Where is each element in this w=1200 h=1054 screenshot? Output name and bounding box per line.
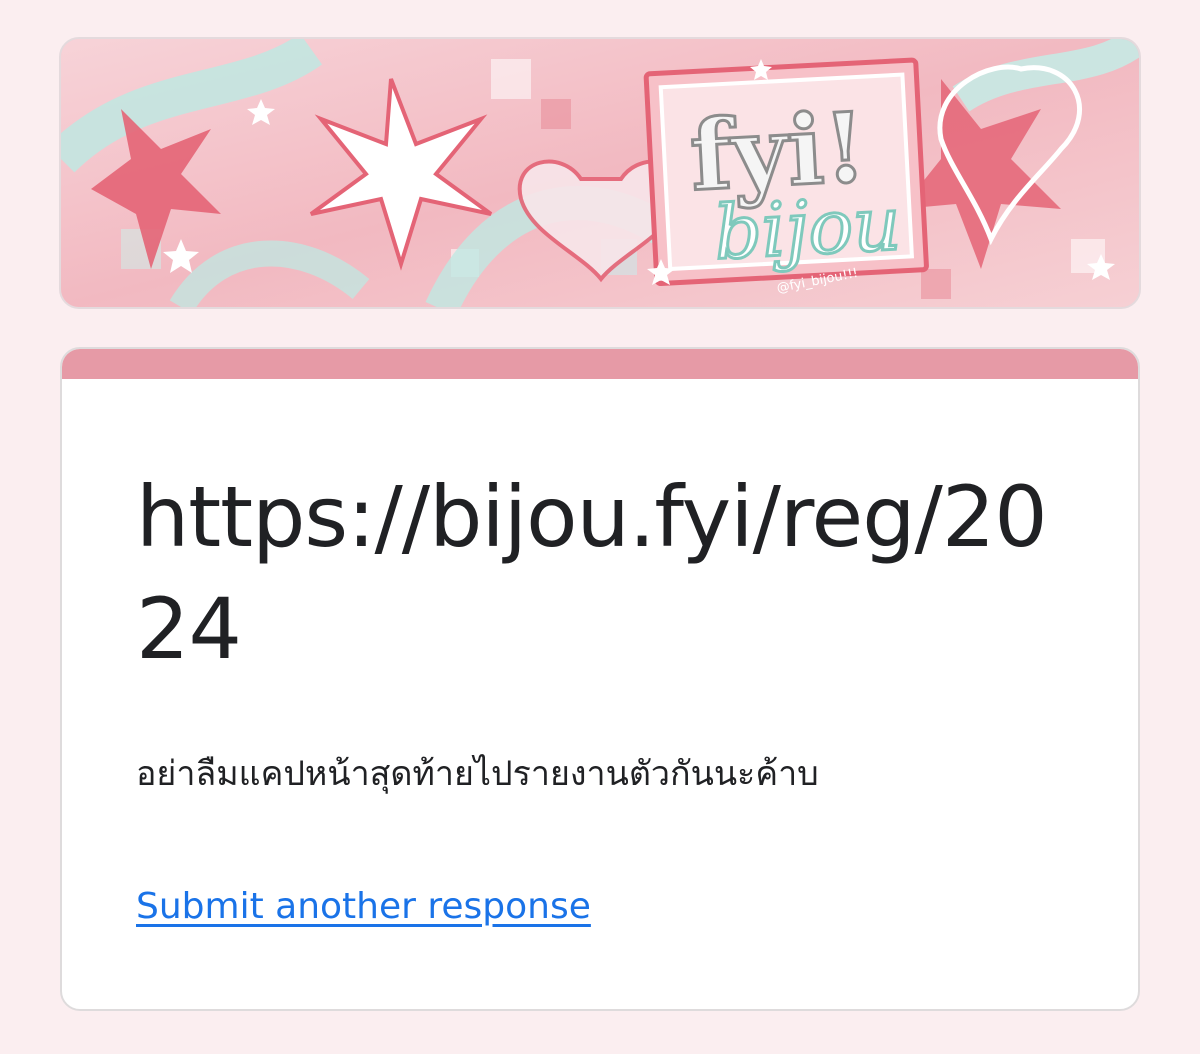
svg-text:bijou: bijou — [712, 181, 902, 277]
confirmation-card: https://bijou.fyi/reg/2024 อย่าลืมแคปหน้… — [60, 347, 1140, 1011]
header-banner-image: fyi! bijou @fyi_bijou!!! — [59, 37, 1141, 309]
banner-artwork: fyi! bijou @fyi_bijou!!! — [61, 39, 1139, 307]
form-title: https://bijou.fyi/reg/2024 — [136, 468, 1048, 678]
card-accent-bar — [62, 349, 1138, 379]
confirmation-message: อย่าลืมแคปหน้าสุดท้ายไปรายงานตัวกันนะค้า… — [136, 754, 819, 794]
submit-another-response-link[interactable]: Submit another response — [136, 885, 591, 929]
